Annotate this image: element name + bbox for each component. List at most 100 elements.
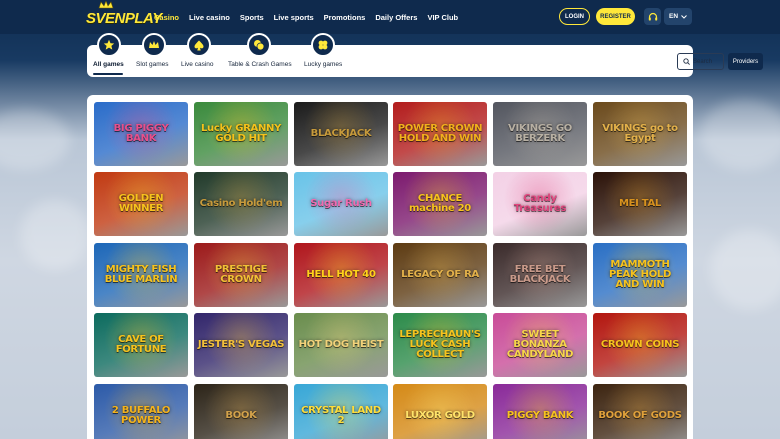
star-icon	[97, 33, 121, 57]
tab-slot-games[interactable]: Slot games	[135, 33, 171, 77]
logo[interactable]: SVENPLAY	[86, 1, 162, 29]
logo-text: SVENPLAY	[86, 9, 162, 27]
game-title: VIKINGS GO BERZERK	[508, 123, 572, 144]
game-title: Candy Treasures	[513, 193, 567, 214]
logo-crown-icon	[98, 1, 114, 9]
games-grid: BIG PIGGY BANK Lucky GRANNY GOLD HIT BLACK…	[87, 95, 693, 439]
tab-label: Live casino	[181, 61, 214, 68]
game-tile[interactable]: MIGHTY FISH BLUE MARLIN	[94, 243, 188, 307]
game-title: VIKINGS go to Egypt	[602, 123, 678, 144]
game-title: BLACKJACK	[310, 128, 372, 139]
nav-item-promotions[interactable]: Promotions	[324, 13, 366, 22]
active-tab-underline	[93, 73, 123, 75]
game-title: SWEET BONANZA CANDYLAND	[506, 329, 574, 360]
game-title: PIGGY BANK	[506, 410, 574, 421]
game-tile[interactable]: BOOK	[194, 384, 288, 439]
game-tile[interactable]: BLACKJACK	[294, 102, 388, 166]
nav-item-sports[interactable]: Sports	[240, 13, 264, 22]
game-title: MIGHTY FISH BLUE MARLIN	[104, 264, 178, 285]
clover-icon	[311, 33, 335, 57]
game-title: PRESTIGE CROWN	[214, 264, 268, 285]
game-tile[interactable]: BOOK OF GODS	[593, 384, 687, 439]
game-title: Lucky GRANNY GOLD HIT	[200, 123, 282, 144]
game-tile[interactable]: Casino Hold'em	[194, 172, 288, 236]
tab-lucky-games[interactable]: Lucky games	[303, 33, 343, 77]
game-title: POWER CROWN HOLD AND WIN	[397, 123, 483, 144]
game-tile[interactable]: Sugar Rush	[294, 172, 388, 236]
game-tile[interactable]: VIKINGS GO BERZERK	[493, 102, 587, 166]
game-tile[interactable]: MAMMOTH PEAK HOLD AND WIN	[593, 243, 687, 307]
game-tile[interactable]: CHANCE machine 20	[393, 172, 487, 236]
crown-icon	[142, 33, 166, 57]
tab-label: Lucky games	[304, 61, 343, 68]
game-tile[interactable]: LEGACY OF RA	[393, 243, 487, 307]
game-title: Sugar Rush	[310, 198, 372, 209]
game-tile[interactable]: BIG PIGGY BANK	[94, 102, 188, 166]
language-selector[interactable]: EN	[664, 8, 692, 25]
game-title: CAVE OF FORTUNE	[115, 334, 167, 355]
background-cloud	[710, 230, 780, 310]
game-tile[interactable]: LUXOR GOLD	[393, 384, 487, 439]
nav-item-daily-offers[interactable]: Daily Offers	[375, 13, 417, 22]
game-tile[interactable]: CAVE OF FORTUNE	[94, 313, 188, 377]
chips-icon	[247, 33, 271, 57]
spade-icon	[187, 33, 211, 57]
register-button[interactable]: REGISTER	[596, 8, 635, 25]
game-title: LEPRECHAUN'S LUCK CASH COLLECT	[399, 329, 481, 360]
game-title: 2 BUFFALO POWER	[111, 405, 171, 426]
game-tile[interactable]: HOT DOG HEIST	[294, 313, 388, 377]
game-tile[interactable]: HELL HOT 40	[294, 243, 388, 307]
game-title: GOLDEN WINNER	[118, 193, 164, 214]
game-title: BIG PIGGY BANK	[113, 123, 169, 144]
nav-item-casino[interactable]: Casino	[154, 13, 179, 22]
game-title: MAMMOTH PEAK HOLD AND WIN	[609, 259, 671, 290]
background-cloud	[700, 100, 780, 170]
nav-item-vip-club[interactable]: VIP Club	[427, 13, 458, 22]
game-tile[interactable]: FREE BET BLACKJACK	[493, 243, 587, 307]
tab-all-games[interactable]: All games	[93, 33, 125, 77]
search-input[interactable]: Search	[677, 53, 724, 70]
game-tile[interactable]: PIGGY BANK	[493, 384, 587, 439]
game-title: HELL HOT 40	[306, 269, 376, 280]
background-cloud	[0, 110, 70, 170]
game-tile[interactable]: CRYSTAL LAND 2	[294, 384, 388, 439]
game-title: CHANCE machine 20	[409, 193, 471, 214]
game-tile[interactable]: MEI TAL	[593, 172, 687, 236]
tab-label: All games	[93, 61, 124, 68]
game-tile[interactable]: PRESTIGE CROWN	[194, 243, 288, 307]
game-tile[interactable]: POWER CROWN HOLD AND WIN	[393, 102, 487, 166]
game-tile[interactable]: JESTER'S VEGAS	[194, 313, 288, 377]
game-title: MEI TAL	[618, 198, 662, 209]
nav-item-live-casino[interactable]: Live casino	[189, 13, 230, 22]
tab-live-casino[interactable]: Live casino	[180, 33, 218, 77]
game-tile[interactable]: VIKINGS go to Egypt	[593, 102, 687, 166]
game-title: BOOK	[225, 410, 257, 421]
top-navigation-bar: SVENPLAY Casino Live casino Sports Live …	[0, 0, 780, 34]
search-icon	[683, 58, 690, 65]
game-tile[interactable]: GOLDEN WINNER	[94, 172, 188, 236]
chevron-down-icon	[681, 14, 687, 19]
game-title: LUXOR GOLD	[405, 410, 475, 421]
nav-item-live-sports[interactable]: Live sports	[274, 13, 314, 22]
providers-button[interactable]: Providers	[728, 53, 763, 70]
game-title: BOOK OF GODS	[598, 410, 682, 421]
game-tile[interactable]: 2 BUFFALO POWER	[94, 384, 188, 439]
main-nav: Casino Live casino Sports Live sports Pr…	[154, 0, 458, 34]
game-title: HOT DOG HEIST	[298, 339, 384, 350]
game-tile[interactable]: LEPRECHAUN'S LUCK CASH COLLECT	[393, 313, 487, 377]
tab-table-crash-games[interactable]: Table & Crash Games	[227, 33, 293, 77]
game-tile[interactable]: CROWN COINS	[593, 313, 687, 377]
game-tile[interactable]: Candy Treasures	[493, 172, 587, 236]
game-title: Casino Hold'em	[199, 198, 283, 209]
game-tile[interactable]: SWEET BONANZA CANDYLAND	[493, 313, 587, 377]
background-cloud	[20, 200, 90, 270]
language-label: EN	[668, 13, 679, 20]
headset-icon	[648, 12, 657, 20]
game-tile[interactable]: Lucky GRANNY GOLD HIT	[194, 102, 288, 166]
category-bar: All games Slot games Live casino Table &…	[87, 33, 763, 77]
login-button[interactable]: LOGIN	[559, 8, 590, 25]
support-button[interactable]	[644, 8, 661, 25]
game-title: CRYSTAL LAND 2	[301, 405, 381, 426]
tab-label: Table & Crash Games	[228, 61, 292, 68]
game-title: JESTER'S VEGAS	[197, 339, 285, 350]
